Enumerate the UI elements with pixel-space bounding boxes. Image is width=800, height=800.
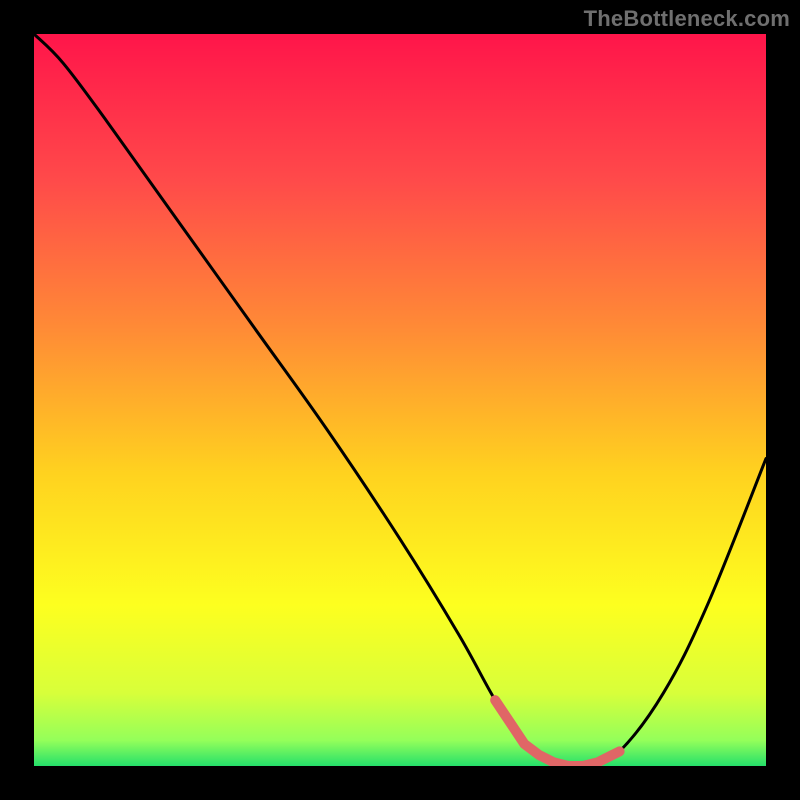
chart-gradient-bg bbox=[34, 34, 766, 766]
chart-plot-area bbox=[34, 34, 766, 766]
watermark-text: TheBottleneck.com bbox=[584, 6, 790, 32]
chart-svg bbox=[34, 34, 766, 766]
chart-frame: TheBottleneck.com bbox=[0, 0, 800, 800]
